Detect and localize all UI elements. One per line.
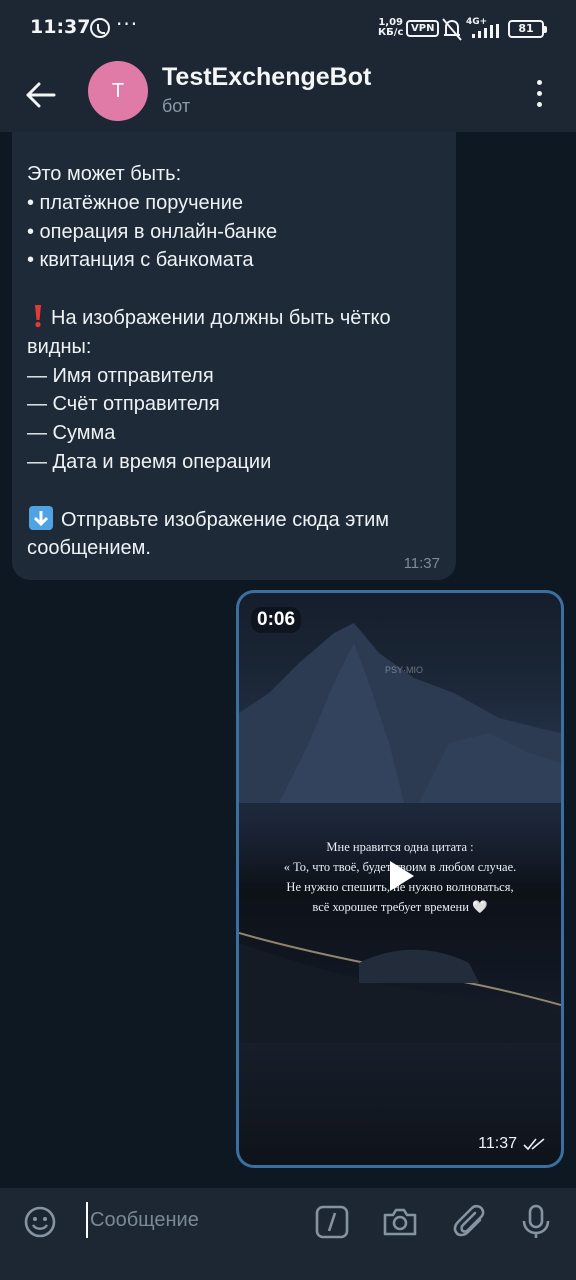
network-speed-unit: КБ/с [378, 27, 404, 38]
incoming-message[interactable]: Это может быть: • платёжное поручение • … [12, 132, 456, 580]
attach-icon[interactable] [452, 1204, 488, 1240]
message-line: • квитанция с банкомата [27, 249, 254, 272]
message-text: На изображении должны быть чётко [51, 306, 391, 329]
chat-title[interactable]: TestExchengeBot [162, 63, 371, 92]
video-message[interactable]: 0:06 PSY·MIO Мне нравится одна цитата : … [236, 590, 564, 1168]
muted-bell-icon [442, 18, 462, 41]
chat-subtitle: бот [162, 96, 191, 116]
more-options-icon[interactable] [524, 74, 556, 114]
double-check-icon [523, 1138, 545, 1151]
video-thumbnail[interactable]: 0:06 PSY·MIO Мне нравится одна цитата : … [239, 593, 561, 1165]
message-line-instruction: Отправьте изображение сюда этим [27, 505, 442, 535]
shore-image [239, 932, 561, 1043]
down-arrow-icon [29, 505, 53, 530]
message-input[interactable] [86, 1202, 296, 1238]
whatsapp-icon [90, 18, 110, 38]
message-line: — Дата и время операции [27, 450, 272, 473]
video-meta: 11:37 [478, 1135, 547, 1153]
status-bar: 11:37 ··· 1,09 КБ/с VPN 4G+ 81 [0, 0, 576, 58]
message-line-warning: На изображении должны быть чётко [27, 304, 442, 333]
message-time: 11:37 [478, 1135, 517, 1152]
battery-icon: 81 [508, 20, 547, 38]
mountain-image [239, 623, 561, 803]
more-notifications-icon: ··· [116, 12, 139, 36]
status-time: 11:37 [30, 16, 91, 38]
message-time: 11:37 [403, 555, 440, 572]
message-line: — Счёт отправителя [27, 393, 220, 416]
network-speed: 1,09 КБ/с [378, 18, 403, 38]
vpn-icon: VPN [406, 20, 440, 37]
video-watermark: PSY·MIO [385, 665, 424, 675]
message-line [27, 477, 442, 506]
message-line: • операция в онлайн-банке [27, 220, 278, 243]
camera-icon[interactable] [382, 1204, 418, 1240]
video-duration: 0:06 [251, 607, 302, 633]
message-input-bar [0, 1188, 576, 1280]
chat-area[interactable]: Это может быть: • платёжное поручение • … [0, 132, 576, 1188]
chat-header: T TestExchengeBot бот [0, 58, 576, 132]
play-icon[interactable] [388, 859, 416, 893]
message-text: Отправьте изображение сюда этим [61, 508, 389, 531]
avatar[interactable]: T [88, 61, 148, 121]
message-line: Это может быть: [27, 163, 182, 185]
message-line: — Сумма [27, 422, 116, 445]
back-arrow-icon[interactable] [18, 72, 64, 118]
signal-icon [472, 24, 499, 38]
message-line: • платёжное поручение [27, 191, 243, 214]
message-line: сообщением. [27, 537, 151, 560]
message-line: видны: [27, 335, 92, 358]
quote-line: всё хорошее требует времени 🤍 [312, 900, 488, 914]
message-line [27, 275, 442, 304]
message-line: — Имя отправителя [27, 364, 214, 387]
exclamation-icon [35, 304, 41, 328]
microphone-icon[interactable] [518, 1204, 554, 1240]
quote-line: Мне нравится одна цитата : [326, 840, 474, 854]
emoji-icon[interactable] [22, 1204, 58, 1240]
commands-icon[interactable] [314, 1204, 350, 1240]
